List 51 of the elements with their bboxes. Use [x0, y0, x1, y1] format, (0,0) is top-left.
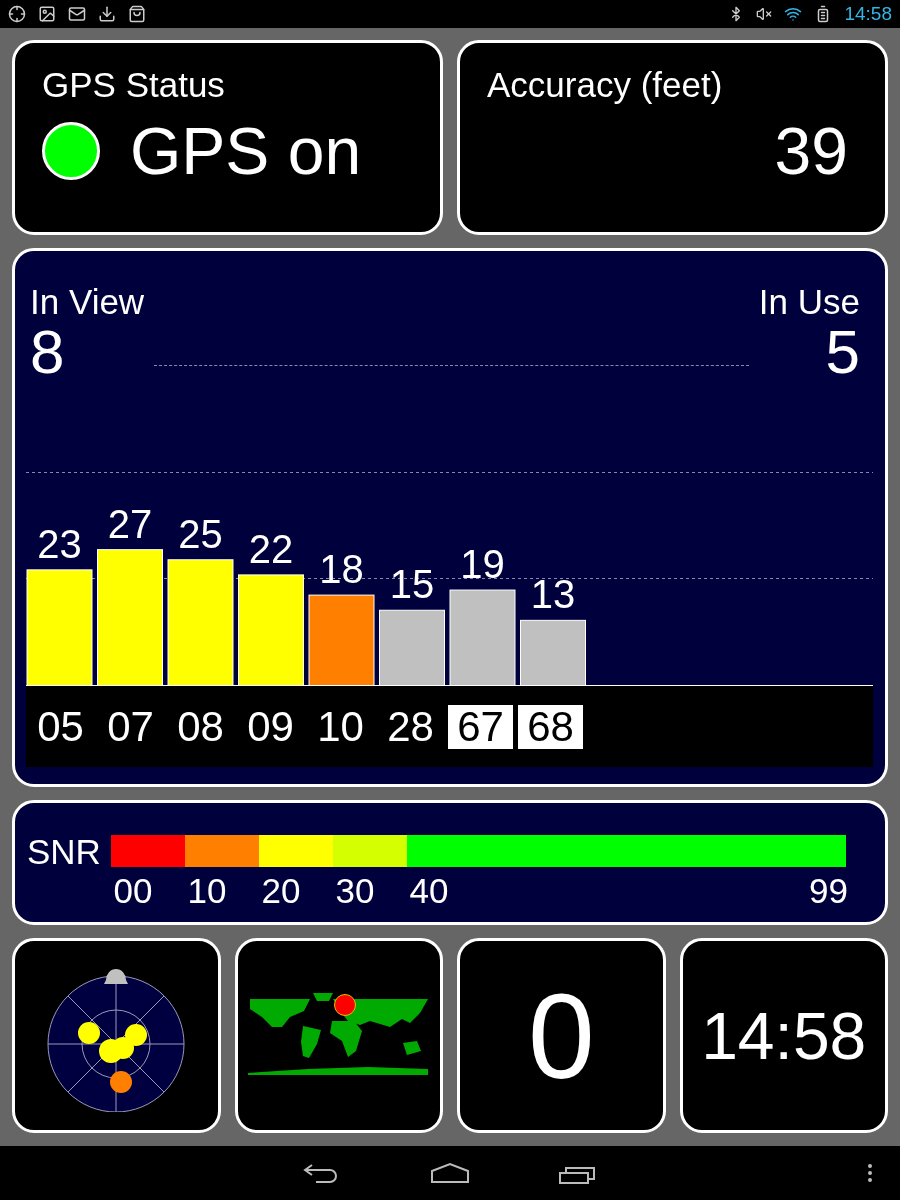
scale-label: 20 [260, 871, 302, 911]
in-view-count: 8 [30, 322, 65, 382]
satellite-id: 07 [106, 704, 155, 749]
wifi-icon [784, 5, 803, 23]
card-title: GPS Status [42, 65, 226, 105]
snr-label: SNR [27, 832, 101, 870]
mail-icon [68, 5, 86, 23]
satellite-dot [110, 1070, 133, 1093]
bar-value: 15 [389, 562, 435, 607]
shopping-bag-icon [128, 5, 146, 23]
bar-value: 18 [319, 547, 364, 592]
satellite-id: 28 [386, 704, 435, 749]
home-icon[interactable] [430, 1162, 470, 1184]
card-title: Accuracy (feet) [487, 65, 724, 105]
accuracy-value: 39 [774, 113, 848, 189]
location-icon [8, 5, 26, 23]
bar-value: 25 [178, 511, 223, 556]
bar-value: 19 [460, 542, 505, 587]
satellite-id: 10 [316, 704, 365, 749]
download-icon [98, 5, 116, 23]
world-map-tile[interactable] [234, 938, 443, 1133]
bar-value: 22 [248, 526, 294, 571]
clock-value: 14:58 [701, 997, 867, 1074]
scale-label: 30 [334, 871, 376, 911]
scale-label: 00 [112, 871, 154, 911]
satellite-id: 05 [36, 704, 85, 749]
counter-tile[interactable]: 0 [457, 938, 666, 1133]
counter-value: 0 [527, 967, 595, 1105]
in-view-label: In View [30, 282, 145, 322]
scale-label: 40 [408, 871, 450, 911]
in-use-count: 5 [825, 322, 860, 382]
satellite-id: 08 [176, 704, 225, 749]
image-icon [38, 5, 56, 23]
clock-tile[interactable]: 14:58 [679, 938, 888, 1133]
status-time: 14:58 [844, 3, 892, 25]
satellite-dot [125, 1023, 148, 1046]
satellite-dot [78, 1021, 101, 1044]
bar-value: 23 [37, 521, 82, 566]
sky-plot-tile[interactable] [12, 938, 221, 1133]
satellite-id: 67 [448, 704, 513, 749]
in-use-label: In Use [758, 282, 860, 322]
gps-status-value: GPS on [130, 113, 362, 189]
bar-value: 13 [530, 572, 576, 617]
satellite-id: 09 [246, 704, 295, 749]
bar-value: 27 [107, 501, 153, 546]
mute-icon [756, 6, 773, 22]
scale-label: 99 [808, 871, 848, 911]
satellite-id: 68 [518, 704, 583, 749]
satellite-dot [112, 1036, 135, 1059]
north-marker [104, 968, 129, 984]
scale-label: 10 [186, 871, 228, 911]
